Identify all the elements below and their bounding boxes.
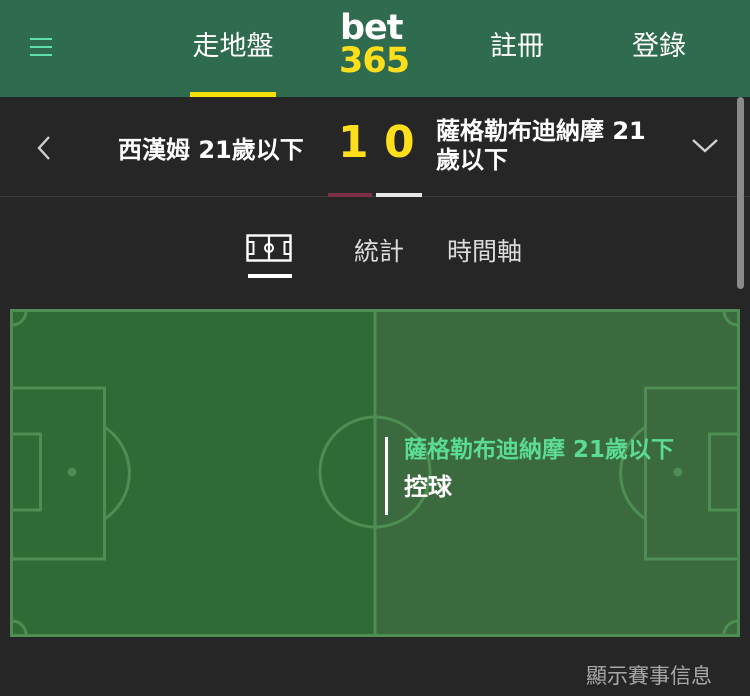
chevron-down-icon[interactable] — [690, 135, 720, 157]
hamburger-menu-icon[interactable] — [30, 38, 52, 58]
possession-indicator: 薩格勒布迪納摩 21歲以下 控球 — [385, 437, 725, 515]
pitch-icon[interactable] — [246, 234, 292, 262]
home-team-name: 西漢姆 21歲以下 — [118, 136, 304, 164]
nav-register-button[interactable]: 註冊 — [480, 0, 554, 97]
top-nav: 走地盤 bet 365 註冊 登錄 — [0, 0, 750, 97]
nav-live-in-play[interactable]: 走地盤 — [180, 0, 286, 97]
show-match-info-link[interactable]: 顯示賽事信息 — [586, 660, 712, 690]
home-score: 1 — [338, 117, 369, 168]
match-tabs: 統計 時間軸 — [0, 198, 750, 298]
tab-stats[interactable]: 統計 — [354, 232, 404, 268]
possession-team-name: 薩格勒布迪納摩 21歲以下 — [404, 437, 675, 463]
chevron-left-icon[interactable] — [34, 135, 56, 161]
tab-active-indicator — [248, 274, 292, 278]
home-kit-color-bar — [328, 193, 372, 197]
away-score: 0 — [384, 117, 415, 168]
logo-text-bottom: 365 — [339, 41, 410, 81]
app-root: 走地盤 bet 365 註冊 登錄 西漢姆 21歲以下 1 0 薩格勒布迪納摩 … — [0, 0, 750, 696]
bet365-logo[interactable]: bet 365 — [338, 8, 412, 81]
possession-status: 控球 — [404, 473, 452, 501]
away-team-name: 薩格勒布迪納摩 21歲以下 — [436, 117, 646, 174]
tab-timeline[interactable]: 時間軸 — [447, 232, 522, 268]
nav-login-button[interactable]: 登錄 — [622, 0, 696, 97]
scoreboard: 西漢姆 21歲以下 1 0 薩格勒布迪納摩 21歲以下 — [0, 97, 750, 289]
away-kit-color-bar — [376, 193, 422, 197]
